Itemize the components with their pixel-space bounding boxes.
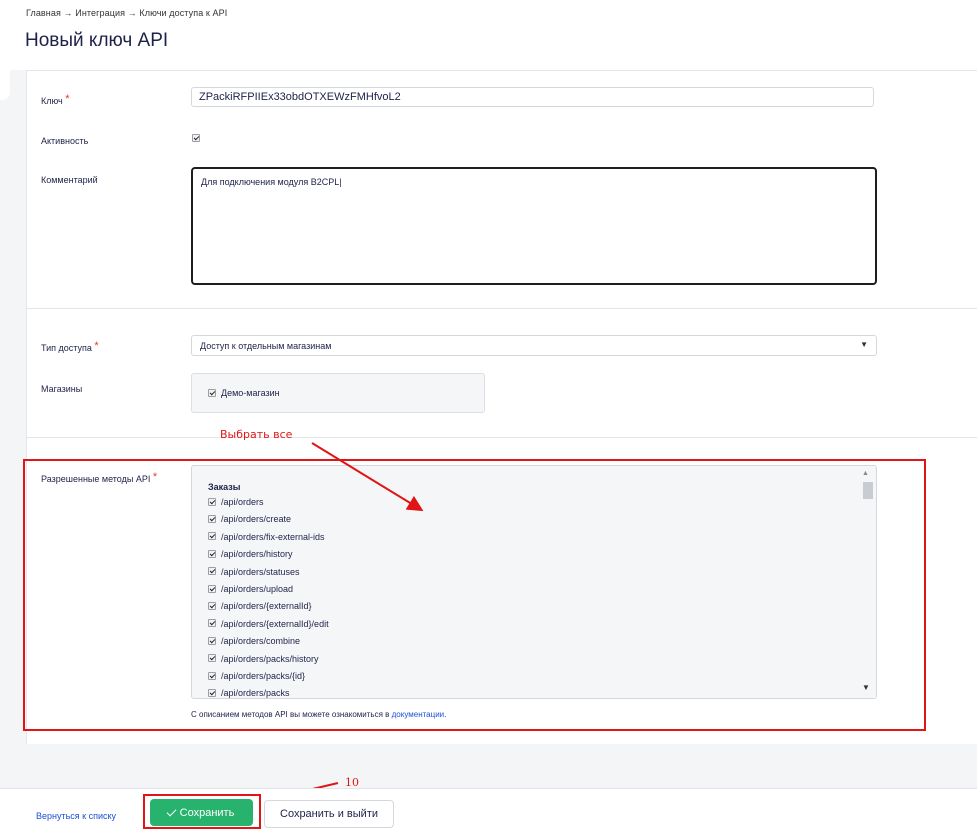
comment-label: Комментарий — [41, 175, 98, 185]
comment-textarea[interactable]: Для подключения модуля B2CPL| — [191, 167, 877, 285]
method-item[interactable]: /api/orders/upload — [208, 581, 329, 598]
method-item[interactable]: /api/orders/{externalId}/edit — [208, 616, 329, 633]
scroll-thumb[interactable] — [863, 482, 873, 499]
method-path: /api/orders — [221, 497, 264, 507]
method-path: /api/orders/packs — [221, 688, 290, 699]
store-name: Демо-магазин — [221, 388, 280, 398]
method-checkbox[interactable] — [208, 584, 216, 593]
method-path: /api/orders/statuses — [221, 566, 300, 577]
check-icon — [166, 806, 177, 816]
method-checkbox[interactable] — [208, 549, 216, 558]
key-input[interactable] — [191, 87, 874, 107]
method-item[interactable]: /api/orders/history — [208, 546, 329, 563]
method-item[interactable]: /api/orders/combine — [208, 633, 329, 650]
method-checkbox[interactable] — [208, 515, 216, 524]
method-path: /api/orders/fix-external-ids — [221, 531, 325, 542]
stores-list: Демо-магазин — [191, 373, 485, 413]
access-type-value: Доступ к отдельным магазинам — [200, 341, 332, 351]
method-item[interactable]: /api/orders — [208, 494, 329, 511]
dropdown-arrow-icon: ▼ — [860, 340, 868, 349]
store-checkbox[interactable] — [208, 388, 216, 397]
method-checkbox[interactable] — [208, 567, 216, 576]
access-type-label: Тип доступа * — [41, 340, 99, 354]
method-item[interactable]: /api/orders/{externalId} — [208, 598, 329, 615]
sidebar-edge — [0, 70, 10, 100]
method-item[interactable]: /api/orders/statuses — [208, 564, 329, 581]
method-item[interactable]: /api/orders/packs/{id} — [208, 668, 329, 685]
methods-list-inner: Заказы /api/orders/api/orders/create/api… — [208, 480, 329, 699]
active-label: Активность — [41, 136, 89, 146]
active-checkbox[interactable] — [192, 134, 200, 142]
methods-label: Разрешенные методы API * — [41, 471, 158, 485]
back-to-list-link[interactable]: Вернуться к списку — [36, 811, 116, 821]
method-checkbox[interactable] — [208, 636, 216, 645]
required-mark: * — [94, 340, 99, 352]
breadcrumb[interactable]: Главная → Интеграция → Ключи доступа к A… — [26, 8, 227, 18]
method-item[interactable]: /api/orders/packs/history — [208, 651, 329, 668]
section-divider — [27, 308, 977, 309]
methods-label-text: Разрешенные методы API — [41, 474, 151, 484]
scroll-up-icon[interactable]: ▲ — [862, 470, 869, 477]
access-type-select[interactable]: Доступ к отдельным магазинам ▼ — [191, 335, 877, 356]
methods-group-title: Заказы — [208, 482, 241, 492]
section-divider — [27, 437, 977, 438]
method-path: /api/orders/packs/{id} — [221, 670, 306, 681]
method-item[interactable]: /api/orders/packs — [208, 685, 329, 699]
method-checkbox[interactable] — [208, 601, 216, 610]
save-button-label: Сохранить — [179, 806, 235, 819]
method-checkbox[interactable] — [208, 497, 216, 506]
method-path: /api/orders/packs/history — [221, 653, 319, 664]
method-checkbox[interactable] — [208, 619, 216, 628]
method-path: /api/orders/create — [221, 514, 292, 525]
scroll-down-icon[interactable]: ▼ — [862, 683, 870, 692]
select-all-annotation: Выбрать все — [220, 428, 293, 441]
methods-list[interactable]: Заказы /api/orders/api/orders/create/api… — [191, 465, 877, 699]
method-checkbox[interactable] — [208, 654, 216, 663]
key-label: Ключ * — [41, 93, 70, 107]
method-item[interactable]: /api/orders/create — [208, 511, 329, 528]
documentation-link[interactable]: документации — [392, 710, 445, 719]
stores-label: Магазины — [41, 384, 83, 394]
method-path: /api/orders/combine — [221, 636, 301, 647]
method-path: /api/orders/history — [221, 549, 293, 560]
method-path: /api/orders/{externalId} — [221, 601, 312, 612]
page-title: Новый ключ API — [25, 30, 169, 51]
method-path: /api/orders/{externalId}/edit — [221, 618, 329, 629]
access-type-label-text: Тип доступа — [41, 343, 92, 353]
method-path: /api/orders/upload — [221, 583, 294, 594]
methods-hint: С описанием методов API вы можете ознако… — [191, 710, 446, 719]
store-item[interactable]: Демо-магазин — [208, 388, 280, 398]
methods-scrollbar[interactable]: ▲ ▼ — [858, 466, 876, 698]
required-mark: * — [65, 93, 70, 105]
method-checkbox[interactable] — [208, 671, 216, 680]
method-item[interactable]: /api/orders/fix-external-ids — [208, 529, 329, 546]
hint-end: . — [444, 710, 447, 719]
key-label-text: Ключ — [41, 96, 63, 106]
hint-text: С описанием методов API вы можете ознако… — [191, 710, 392, 719]
method-checkbox[interactable] — [208, 532, 216, 541]
required-mark: * — [152, 471, 158, 483]
save-and-exit-button[interactable]: Сохранить и выйти — [264, 800, 394, 828]
method-checkbox[interactable] — [208, 688, 216, 697]
save-button[interactable]: Сохранить — [150, 799, 253, 826]
